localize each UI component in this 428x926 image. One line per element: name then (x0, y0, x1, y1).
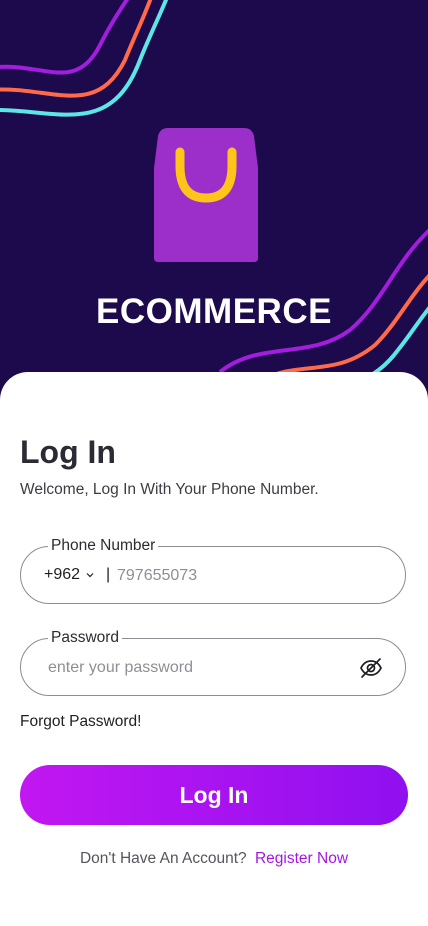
country-code-select[interactable]: +962 (44, 566, 94, 584)
password-label: Password (48, 629, 123, 647)
brand-name: ECOMMERCE (96, 292, 332, 331)
register-link[interactable]: Register Now (255, 850, 348, 867)
phone-input[interactable] (117, 566, 367, 586)
eye-off-icon[interactable] (359, 656, 383, 680)
register-row: Don't Have An Account? Register Now (0, 850, 428, 868)
hero-banner: ECOMMERCE (0, 0, 428, 400)
forgot-password-link[interactable]: Forgot Password! (20, 713, 141, 731)
register-question: Don't Have An Account? (79, 850, 247, 867)
password-input[interactable] (48, 658, 348, 678)
page-title: Log In (20, 434, 116, 470)
phone-field: Phone Number +962 | (20, 537, 406, 604)
page-subtitle: Welcome, Log In With Your Phone Number. (20, 481, 319, 498)
login-button[interactable]: Log In (20, 765, 408, 825)
chevron-down-icon (86, 573, 94, 578)
phone-separator: | (106, 566, 111, 583)
password-field: Password (20, 629, 406, 696)
country-code-value: +962 (44, 566, 81, 583)
phone-label: Phone Number (48, 537, 159, 555)
wave-top-purple (0, 0, 130, 75)
shopping-bag-icon (154, 128, 258, 262)
